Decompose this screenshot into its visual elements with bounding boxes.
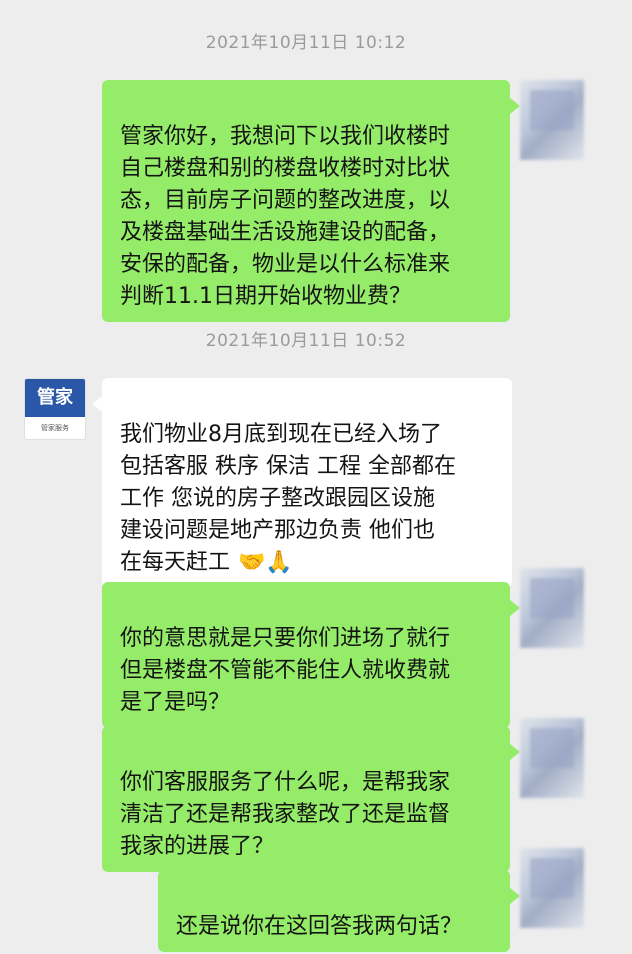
bubble-tail [510,744,520,760]
user-avatar[interactable] [520,718,584,798]
timestamp-2: 2021年10月11日 10:52 [205,331,407,351]
message-text: 还是说你在这回答我两句话？ [176,914,463,939]
message-bubble-out-3[interactable]: 你们客服服务了什么呢，是帮我家 清洁了还是帮我家整改了还是监督 我家的进展了？ [102,726,510,872]
bubble-tail [92,396,102,412]
handshake-pray-emoji-icon: 🤝🙏 [238,550,293,575]
user-avatar[interactable] [520,80,584,160]
user-avatar[interactable] [520,848,584,928]
message-text: 你们客服服务了什么呢，是帮我家 清洁了还是帮我家整改了还是监督 我家的进展了？ [120,770,451,859]
timestamp-1: 2021年10月11日 10:12 [205,33,407,53]
message-bubble-out-4[interactable]: 还是说你在这回答我两句话？ [158,870,510,952]
avatar-sublabel: 管家服务 [41,424,69,432]
bubble-tail [510,888,520,904]
message-text: 你的意思就是只要你们进场了就行 但是楼盘不管能不能住人就收费就 是了是吗？ [120,626,451,715]
avatar-label: 管家 [25,379,85,417]
message-bubble-out-1[interactable]: 管家你好，我想问下以我们收楼时 自己楼盘和别的楼盘收楼时对比状 态，目前房子问题… [102,80,510,322]
message-bubble-out-2[interactable]: 你的意思就是只要你们进场了就行 但是楼盘不管能不能住人就收费就 是了是吗？ [102,582,510,728]
bubble-tail [510,600,520,616]
user-avatar[interactable] [520,568,584,648]
bubble-tail [510,98,520,114]
contact-avatar[interactable]: 管家 管家服务 [24,378,86,440]
message-bubble-in-1[interactable]: 我们物业8月底到现在已经入场了 包括客服 秩序 保洁 工程 全部都在 工作 您说… [102,378,512,588]
message-text: 管家你好，我想问下以我们收楼时 自己楼盘和别的楼盘收楼时对比状 态，目前房子问题… [120,124,451,309]
